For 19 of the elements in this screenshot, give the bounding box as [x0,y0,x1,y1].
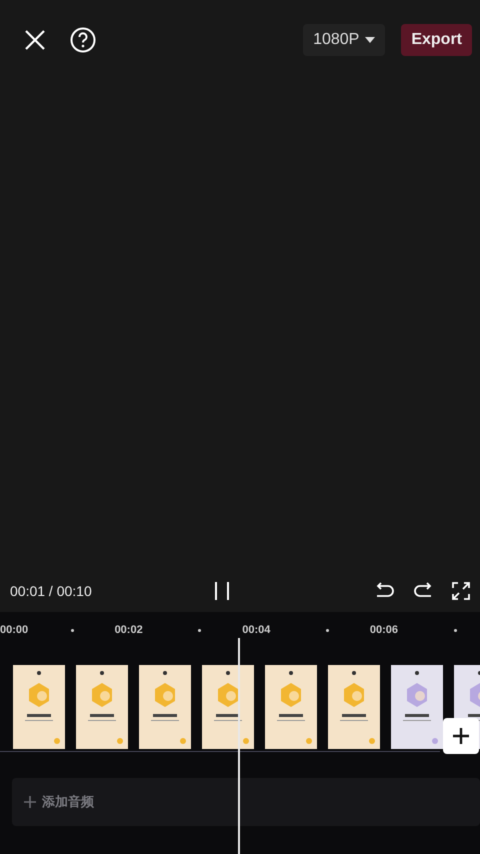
undo-icon[interactable] [374,582,394,600]
plus-icon [24,796,36,808]
add-clip-button[interactable] [443,718,479,754]
playback-time: 00:01 / 00:10 [10,582,93,600]
pause-icon[interactable] [214,581,230,601]
close-icon[interactable] [24,29,46,51]
export-button[interactable]: Export [401,24,472,56]
time-mark: 00:02 [114,622,143,638]
redo-icon[interactable] [414,582,434,600]
add-audio-label: 添加音频 [42,793,94,812]
time-mark: 00:06 [370,622,398,638]
fullscreen-icon[interactable] [452,582,470,600]
resolution-dropdown[interactable]: 1080P [303,24,386,56]
plus-icon [453,728,469,744]
time-mark: 00:00 [0,622,28,638]
help-icon[interactable] [70,27,96,53]
audio-track[interactable]: 添加音频 [12,778,480,826]
time-mark: 00:04 [242,622,270,638]
caret-icon [365,37,376,43]
